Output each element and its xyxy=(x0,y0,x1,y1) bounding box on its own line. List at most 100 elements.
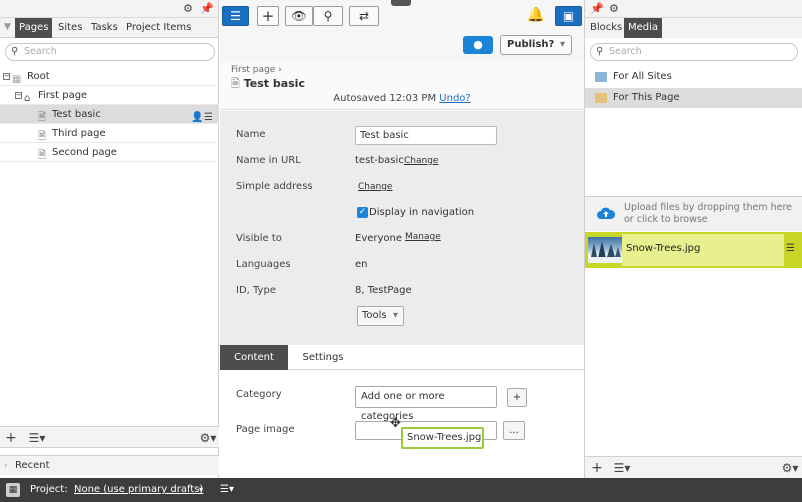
collapse-tab-icon[interactable] xyxy=(391,0,411,6)
add-button[interactable]: + xyxy=(257,6,279,26)
media-search-box[interactable]: ⚲ xyxy=(590,43,798,61)
tab-sites[interactable]: Sites xyxy=(54,18,86,38)
left-pane-tabs: ▼ Pages Sites Tasks Project Items xyxy=(0,18,218,38)
chevron-right-icon: › xyxy=(278,65,282,75)
page-image-label: Page image xyxy=(236,424,295,435)
media-thumbnail xyxy=(588,237,622,263)
list-options-icon[interactable]: ☰▾ xyxy=(28,429,46,447)
preview-button[interactable]: 👁 xyxy=(285,6,313,26)
project-selector[interactable]: None (use primary drafts) xyxy=(74,478,203,502)
manage-link[interactable]: Manage xyxy=(405,232,441,242)
gear-icon[interactable]: ⚙ xyxy=(181,2,195,16)
notification-icon[interactable]: 🔔 xyxy=(527,7,544,23)
page-tree-pane: ⚙ 📌 ▼ Pages Sites Tasks Project Items ⚲ … xyxy=(0,0,219,478)
add-category-button[interactable]: + xyxy=(507,388,527,407)
tab-media[interactable]: Media xyxy=(624,18,663,38)
page-icon: 🗎 xyxy=(38,150,47,161)
media-toolbar: + ☰▾ ⚙▾ xyxy=(585,456,802,478)
view-settings-button[interactable]: ⚲ xyxy=(313,6,343,26)
chevron-down-icon[interactable]: ▾ xyxy=(199,478,203,502)
assets-pane: 📌 ⚙ Blocks Media ⚲ For All Sites For Thi… xyxy=(584,0,802,478)
right-pane-header: 📌 ⚙ xyxy=(585,0,802,18)
tab-pages[interactable]: Pages xyxy=(15,18,53,38)
tab-project-items[interactable]: Project Items xyxy=(122,18,195,38)
tab-blocks[interactable]: Blocks xyxy=(586,18,626,38)
toggle-assets-button[interactable]: ▣ xyxy=(555,6,582,26)
comments-icon[interactable]: ● xyxy=(463,36,493,54)
media-item[interactable]: Snow-Trees.jpg ☰ xyxy=(585,232,802,268)
page-title-text: Test basic xyxy=(243,77,305,90)
tree-node-third-page[interactable]: 🗎 Third page xyxy=(0,124,219,143)
category-input[interactable]: Add one or more categories xyxy=(355,386,497,422)
category-label: Category xyxy=(236,389,282,400)
media-item-label: Snow-Trees.jpg xyxy=(626,243,701,254)
chevron-right-icon: › xyxy=(4,461,8,471)
gear-icon[interactable]: ⚙ xyxy=(609,2,619,15)
project-value: None (use primary drafts) xyxy=(74,484,204,495)
pin-icon[interactable]: 📌 xyxy=(590,2,604,15)
list-options-icon[interactable]: ☰▾ xyxy=(613,459,631,477)
media-list: Upload files by dropping them here or cl… xyxy=(585,196,802,456)
page-tree-toolbar: + ☰▾ ⚙▾ xyxy=(0,426,219,448)
display-in-nav-checkbox[interactable]: ✓ xyxy=(357,207,368,218)
visible-to-label: Visible to xyxy=(236,233,282,244)
name-input[interactable] xyxy=(355,126,497,145)
tree-node-label: Test basic xyxy=(52,109,101,120)
folder-for-all-sites[interactable]: For All Sites xyxy=(585,67,802,87)
breadcrumb[interactable]: First page › xyxy=(231,65,282,75)
recent-section[interactable]: › Recent xyxy=(0,455,219,475)
collapse-toggle-icon[interactable]: − xyxy=(3,73,10,80)
breadcrumb-item[interactable]: First page xyxy=(231,65,275,75)
tree-node-first-page[interactable]: − ⌂ First page xyxy=(0,86,219,105)
folder-for-this-page[interactable]: For This Page xyxy=(585,88,802,108)
id-type-value: 8, TestPage xyxy=(355,285,412,296)
undo-link[interactable]: Undo? xyxy=(439,93,470,104)
languages-label: Languages xyxy=(236,259,291,270)
visible-to-value: Everyone xyxy=(355,233,403,244)
page-search-box[interactable]: ⚲ xyxy=(5,43,215,61)
add-page-icon[interactable]: + xyxy=(4,429,18,447)
properties-panel: Name Name in URL test-basic Change Simpl… xyxy=(220,111,584,345)
add-media-icon[interactable]: + xyxy=(590,459,604,477)
tab-settings[interactable]: Settings xyxy=(292,345,354,370)
upload-dropzone[interactable]: Upload files by dropping them here or cl… xyxy=(585,197,802,231)
plus-icon: + xyxy=(261,7,275,25)
content-header: First page › 🗎 Test basic Autosaved 12:0… xyxy=(220,62,584,110)
tools-dropdown[interactable]: Tools ▾ xyxy=(357,306,404,326)
publish-label: Publish? xyxy=(507,39,555,50)
tree-node-second-page[interactable]: 🗎 Second page xyxy=(0,143,219,162)
url-label: Name in URL xyxy=(236,155,301,166)
page-icon: 🗎 xyxy=(231,77,240,90)
collapse-icon[interactable]: ▼ xyxy=(4,22,11,32)
settings-icon[interactable]: ⚙▾ xyxy=(781,459,799,477)
tree-node-root[interactable]: − ▦ Root xyxy=(0,67,219,86)
tab-content[interactable]: Content xyxy=(220,345,288,370)
drag-preview: Snow-Trees.jpg xyxy=(401,427,484,449)
change-simple-address-link[interactable]: Change xyxy=(358,182,392,192)
tab-tasks[interactable]: Tasks xyxy=(87,18,122,38)
id-type-label: ID, Type xyxy=(236,285,276,296)
folder-label: For All Sites xyxy=(613,71,672,82)
pin-icon[interactable]: 📌 xyxy=(200,2,214,16)
project-menu-icon[interactable]: ☰▾ xyxy=(220,478,234,502)
page-search-input[interactable] xyxy=(24,46,191,57)
project-label: Project: xyxy=(30,484,68,495)
folder-icon: ▣ xyxy=(562,9,575,23)
tree-node-label: Root xyxy=(27,71,50,82)
upload-hint-text: Upload files by dropping them here or cl… xyxy=(624,202,792,225)
tree-node-test-basic[interactable]: 🗎 Test basic 👤 ☰ xyxy=(0,105,219,124)
settings-icon[interactable]: ⚙▾ xyxy=(199,429,217,447)
browse-image-button[interactable]: ... xyxy=(503,421,525,440)
folder-label: For This Page xyxy=(613,92,680,103)
media-search-input[interactable] xyxy=(609,46,774,57)
publish-button[interactable]: Publish? ▾ xyxy=(500,35,572,55)
toggle-navigation-button[interactable]: ☰ xyxy=(222,6,249,26)
context-menu-icon[interactable]: ☰ xyxy=(786,243,795,254)
change-url-link[interactable]: Change xyxy=(404,156,438,166)
publish-area: ● Publish? ▾ xyxy=(220,32,584,62)
tree-node-label: Second page xyxy=(52,147,117,158)
collapse-toggle-icon[interactable]: − xyxy=(15,92,22,99)
tree-node-label: Third page xyxy=(52,128,106,139)
compare-button[interactable]: ⇄ xyxy=(349,6,379,26)
search-icon: ⚲ xyxy=(596,46,604,57)
